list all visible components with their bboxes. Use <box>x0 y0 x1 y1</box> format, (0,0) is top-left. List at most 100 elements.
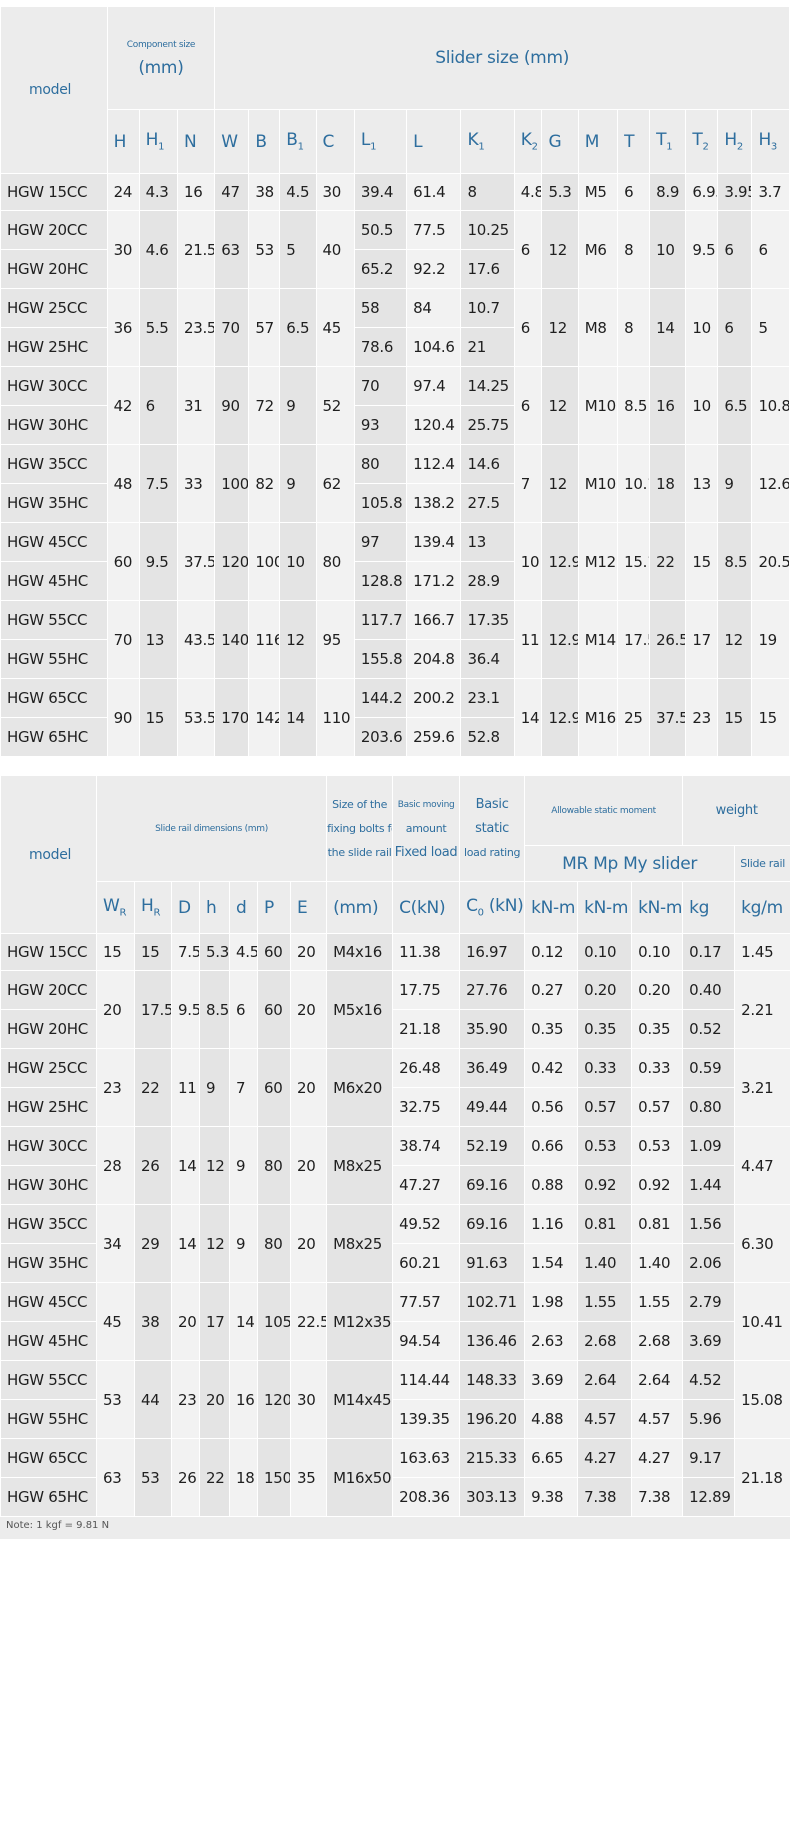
unit-knm: kN-m <box>524 881 579 934</box>
cell-hr: 22 <box>134 1048 172 1127</box>
cell-c: 60.21 <box>392 1243 461 1283</box>
cell-d: 9 <box>229 1126 258 1205</box>
cell-w: 47 <box>214 173 250 211</box>
cell-n: 21.5 <box>176 210 216 289</box>
static-load-header-line: static <box>475 820 510 836</box>
cell-c: 32.75 <box>392 1087 461 1127</box>
cell-my: 2.68 <box>631 1321 684 1361</box>
cell-t1: 37.5 <box>649 678 687 757</box>
cell-wr: 28 <box>96 1126 135 1205</box>
column-header: H2 <box>717 109 753 174</box>
cell-my: 0.57 <box>631 1087 684 1127</box>
cell-h1: 9.5 <box>138 522 178 601</box>
cell-w: 90 <box>214 366 250 445</box>
symbol-subscript: 1 <box>297 141 304 153</box>
table-row: HGW 15CC244.31647384.53039.461.484.855.3… <box>0 173 790 211</box>
cell-mp: 4.57 <box>577 1399 633 1439</box>
cell-b: 116 <box>248 600 281 679</box>
symbol-base: h <box>206 897 217 918</box>
table-row: HGW 15CC 15 15 7.5 5.3 4.5 60 20 M4x16 11.38 16.97… <box>0 933 790 971</box>
cell-k1: 14.25 <box>460 366 515 406</box>
cell-c0: 102.71 <box>459 1282 526 1322</box>
cell-h1: 13 <box>138 600 178 679</box>
cell-my: 0.53 <box>631 1126 684 1166</box>
model-header: model <box>0 775 97 934</box>
cell-n: 16 <box>176 173 216 211</box>
cell-k1: 10.7 <box>460 288 515 328</box>
cell-mr: 3.69 <box>524 1360 579 1400</box>
model-cell: HGW 25CC <box>0 288 108 328</box>
cell-t1: 18 <box>649 444 687 523</box>
cell-k2: 6 <box>513 210 543 289</box>
symbol-base: E <box>297 897 308 918</box>
cell-h2: 8.5 <box>717 522 753 601</box>
cell-c: 163.63 <box>392 1438 461 1478</box>
cell-d: 14 <box>229 1282 258 1361</box>
column-header: K2 <box>513 109 543 174</box>
cell-mp: 0.10 <box>577 933 633 971</box>
symbol-base: T <box>624 131 635 152</box>
cell-t1: 10 <box>649 210 687 289</box>
cell-bolt: M14x45 <box>326 1360 394 1439</box>
cell-wr: 15 <box>96 933 135 971</box>
cell-l: 77.5 <box>406 210 462 250</box>
cell-t1: 22 <box>649 522 687 601</box>
slider-size-table: model Component size (mm) Slider size (mm) H… <box>0 6 790 757</box>
unit-c0-suffix: (kN) <box>483 896 524 917</box>
cell-mr: 0.12 <box>524 933 579 971</box>
cell-t2: 9.5 <box>685 210 719 289</box>
model-cell: HGW 45HC <box>0 1321 97 1361</box>
cell-c0: 136.46 <box>459 1321 526 1361</box>
cell-e: 20 <box>289 1048 328 1127</box>
cell-e: 20 <box>289 1126 328 1205</box>
dynamic-load-header-line: amount <box>405 821 447 835</box>
symbol-base: W <box>103 896 120 917</box>
symbol-base: L <box>360 130 371 151</box>
cell-p: 120 <box>257 1360 291 1439</box>
symbol-base: H <box>145 130 159 151</box>
cell-e: 20 <box>289 1204 328 1283</box>
cell-my: 0.35 <box>631 1009 684 1049</box>
cell-n: 43.5 <box>176 600 216 679</box>
cell-my: 0.10 <box>631 933 684 971</box>
cell-my: 0.20 <box>631 970 684 1010</box>
symbol-subscript: 3 <box>770 141 777 153</box>
cell-bolt: M12x35 <box>326 1282 394 1361</box>
symbol-subscript: 1 <box>478 141 485 153</box>
cell-h3: 3.7 <box>751 173 790 211</box>
cell-l: 171.2 <box>406 561 462 601</box>
static-load-header: Basic static load rating <box>459 775 526 882</box>
cell-mp: 1.55 <box>577 1282 633 1322</box>
cell-h2: 12 <box>717 600 753 679</box>
cell-h3: 20.5 <box>751 522 790 601</box>
moment-slider-header: MR Mp My slider <box>524 845 736 882</box>
bolt-size-header-line: the slide rail <box>327 845 392 859</box>
cell-l1: 39.4 <box>353 173 408 211</box>
cell-h: 60 <box>106 522 140 601</box>
cell-wr: 20 <box>96 970 135 1049</box>
cell-p: 105 <box>257 1282 291 1361</box>
symbol-subscript: 1 <box>666 141 673 153</box>
column-header: T1 <box>649 109 687 174</box>
cell-b1: 14 <box>279 678 317 757</box>
symbol-base: K <box>520 130 532 151</box>
cell-c: 21.18 <box>392 1009 461 1049</box>
column-header: B1 <box>279 109 317 174</box>
cell-l: 104.6 <box>406 327 462 367</box>
cell-w: 170 <box>214 678 250 757</box>
cell-my: 0.33 <box>631 1048 684 1088</box>
cell-mp: 2.64 <box>577 1360 633 1400</box>
cell-b: 53 <box>248 210 281 289</box>
cell-rail-weight: 2.21 <box>734 970 790 1049</box>
cell-l: 200.2 <box>406 678 462 718</box>
cell-h: 9 <box>199 1048 230 1127</box>
cell-b1: 6.5 <box>279 288 317 367</box>
cell-c0: 36.49 <box>459 1048 526 1088</box>
slide-rail-weight-header: Slide rail <box>734 845 790 882</box>
symbol-base: K <box>467 130 479 151</box>
model-cell: HGW 65CC <box>0 678 108 718</box>
model-cell: HGW 45CC <box>0 522 108 562</box>
cell-h1: 7.5 <box>138 444 178 523</box>
model-cell: HGW 30HC <box>0 405 108 445</box>
table-row: HGW 30CC 42 6 31 90 72 9 52 70 97.4 14.25 6 12 M10 8.5… <box>0 366 790 445</box>
